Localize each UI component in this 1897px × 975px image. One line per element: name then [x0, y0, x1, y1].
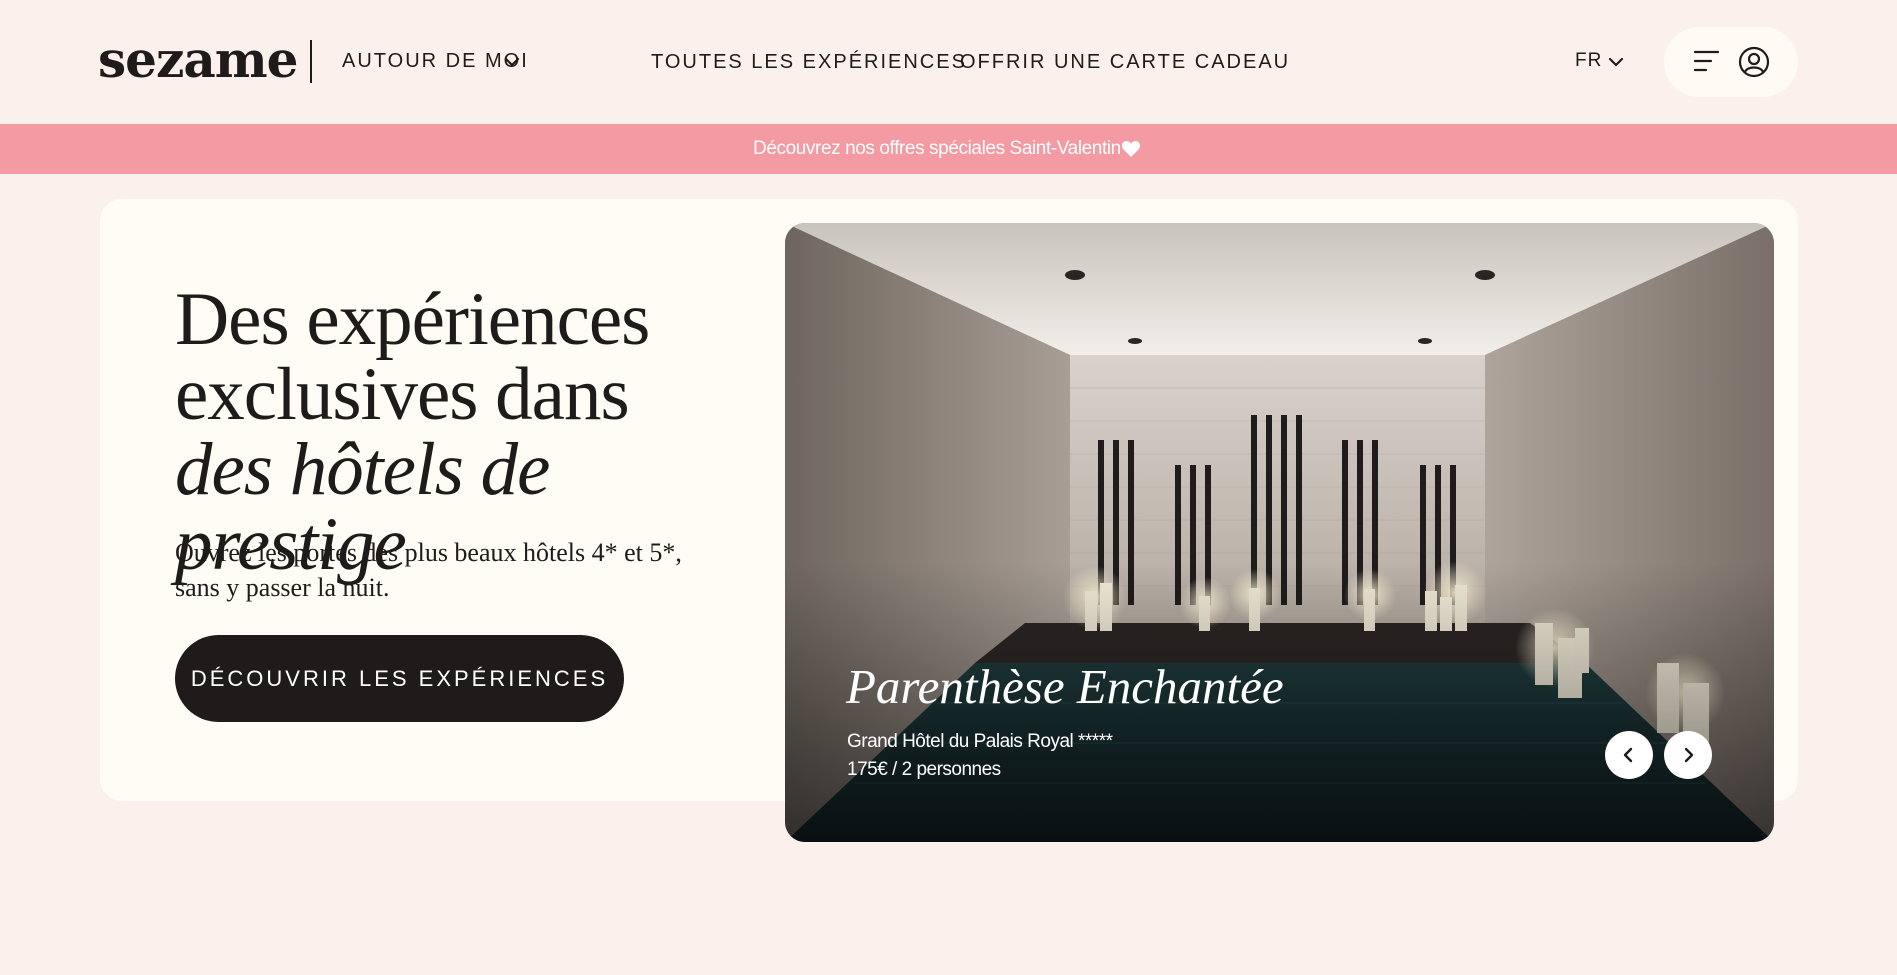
language-selector[interactable]: FR [1575, 49, 1602, 73]
hero-title-line-2: exclusives dans [175, 353, 630, 436]
chevron-down-icon[interactable] [1608, 56, 1624, 68]
chevron-right-icon [1684, 747, 1694, 763]
logo[interactable]: sezame [98, 28, 298, 92]
nav-gift-card[interactable]: OFFRIR UNE CARTE CADEAU [960, 50, 1290, 74]
promo-text[interactable]: Découvrez nos offres spéciales Saint-Val… [753, 137, 1121, 161]
promo-banner[interactable]: Découvrez nos offres spéciales Saint-Val… [0, 124, 1897, 174]
hero-title-line-1: Des expériences [175, 278, 650, 361]
hero-subtitle: Ouvrez les portes des plus beaux hôtels … [175, 538, 682, 602]
about-me-dropdown[interactable]: AUTOUR DE MOI [342, 49, 529, 73]
experience-price: 175€ / 2 personnes [847, 759, 1001, 780]
carousel-prev-button[interactable] [1605, 731, 1653, 779]
heart-icon [1121, 141, 1141, 157]
menu-icon[interactable] [1694, 49, 1720, 73]
chevron-left-icon [1623, 747, 1633, 763]
logo-divider [310, 40, 312, 83]
carousel-next-button[interactable] [1664, 731, 1712, 779]
discover-experiences-button[interactable]: DÉCOUVRIR LES EXPÉRIENCES [175, 635, 624, 722]
chevron-down-icon[interactable] [504, 56, 520, 68]
experience-hotel: Grand Hôtel du Palais Royal ***** [847, 731, 1113, 752]
nav-all-experiences[interactable]: TOUTES LES EXPÉRIENCES [651, 50, 967, 74]
experience-title[interactable]: Parenthèse Enchantée [846, 658, 1284, 716]
user-icon[interactable] [1738, 46, 1770, 78]
account-menu-button[interactable] [1664, 27, 1798, 97]
site-header: sezame AUTOUR DE MOI TOUTES LES EXPÉRIEN… [0, 0, 1897, 124]
